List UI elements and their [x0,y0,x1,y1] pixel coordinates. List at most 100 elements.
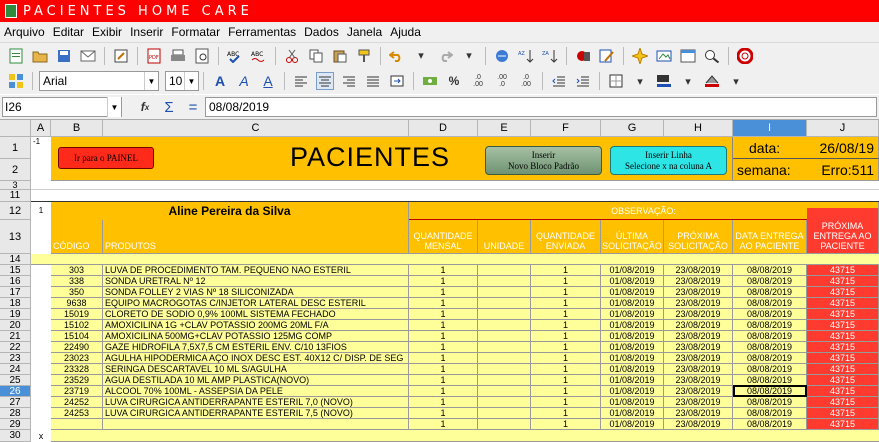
page-preview-icon[interactable] [193,47,211,65]
cell-proxima-solicitacao[interactable]: 23/08/2019 [664,265,733,276]
percent-format-icon[interactable]: % [445,72,463,90]
cell-produto[interactable]: SONDA URETRAL Nº 12 [103,276,409,287]
increase-indent-icon[interactable] [574,72,592,90]
select-all-corner[interactable] [0,120,31,137]
cell-proxima-solicitacao[interactable]: 23/08/2019 [664,320,733,331]
background-color-dropdown-icon[interactable]: ▾ [679,72,697,90]
col-header-g[interactable]: G [601,120,664,137]
undo-icon[interactable] [388,47,406,65]
add-decimal-icon[interactable]: .00.0 [493,72,511,90]
chevron-down-icon[interactable]: ▼ [184,72,198,90]
cell-proxima-entrega[interactable]: 43715 [807,386,879,397]
cell-qtd-enviada[interactable]: 1 [531,265,601,276]
cell-proxima-entrega[interactable]: 43715 [807,287,879,298]
cell-proxima-solicitacao[interactable]: 23/08/2019 [664,375,733,386]
row-header[interactable]: 29 [0,419,31,430]
cell-a[interactable] [31,342,51,353]
cell-qtd-enviada[interactable]: 1 [531,287,601,298]
zoom-icon[interactable] [703,47,721,65]
borders-dropdown-icon[interactable]: ▾ [631,72,649,90]
cell-qtd-mensal[interactable]: 1 [409,298,478,309]
cell-unidade[interactable] [478,375,531,386]
cell-data-entrega[interactable]: 08/08/2019 [733,397,807,408]
bold-icon[interactable]: A [211,72,229,90]
standard-number-format-icon[interactable]: .0.00 [469,72,487,90]
row-header[interactable]: 22 [0,342,31,353]
cell-proxima-solicitacao[interactable]: 23/08/2019 [664,397,733,408]
row-header[interactable]: 23 [0,353,31,364]
cell-unidade[interactable] [478,419,531,430]
row-header[interactable]: 13 [0,220,31,254]
autospellcheck-icon[interactable]: ABC [250,47,268,65]
cell-a[interactable] [31,419,51,430]
menu-arquivo[interactable]: Arquivo [4,25,45,39]
save-icon[interactable] [55,47,73,65]
font-color-dropdown-icon[interactable]: ▾ [727,72,745,90]
function-wizard-icon[interactable]: fx [136,98,154,116]
cell-proxima-solicitacao[interactable]: 23/08/2019 [664,353,733,364]
background-color-icon[interactable] [655,72,673,90]
cell-proxima-entrega[interactable]: 43715 [807,276,879,287]
cell-a12[interactable]: 1 [31,202,51,220]
cell-data-entrega[interactable]: 08/08/2019 [733,364,807,375]
cell-ultima-solicitacao[interactable]: 01/08/2019 [601,265,664,276]
cell-ultima-solicitacao[interactable]: 01/08/2019 [601,276,664,287]
cell-qtd-mensal[interactable]: 1 [409,386,478,397]
edit-file-icon[interactable] [112,47,130,65]
cell-ultima-solicitacao[interactable]: 01/08/2019 [601,298,664,309]
row-header[interactable]: 12 [0,202,31,220]
cell-a[interactable] [31,265,51,276]
cell-qtd-enviada[interactable]: 1 [531,397,601,408]
cell-ultima-solicitacao[interactable]: 01/08/2019 [601,386,664,397]
redo-dropdown-icon[interactable]: ▾ [460,47,478,65]
hyperlink-icon[interactable] [493,47,511,65]
cell-unidade[interactable] [478,309,531,320]
cell-proxima-solicitacao[interactable]: 23/08/2019 [664,386,733,397]
cell-qtd-mensal[interactable]: 1 [409,375,478,386]
cell-ultima-solicitacao[interactable]: 01/08/2019 [601,408,664,419]
cell-ultima-solicitacao[interactable]: 01/08/2019 [601,419,664,430]
cell-a[interactable] [31,353,51,364]
italic-icon[interactable]: A [235,72,253,90]
cell-qtd-enviada[interactable]: 1 [531,364,601,375]
cell-data-entrega[interactable]: 08/08/2019 [733,331,807,342]
justify-icon[interactable] [364,72,382,90]
cell-codigo[interactable]: 23719 [51,386,103,397]
help-icon[interactable] [736,47,754,65]
col-header-j[interactable]: J [807,120,879,137]
row-header[interactable]: 25 [0,375,31,386]
cell-proxima-entrega[interactable]: 43715 [807,342,879,353]
email-icon[interactable] [79,47,97,65]
cell-produto[interactable] [103,419,409,430]
cell-proxima-entrega[interactable]: 43715 [807,265,879,276]
cell-a30[interactable]: x [31,430,51,442]
row-header[interactable]: 20 [0,320,31,331]
undo-dropdown-icon[interactable]: ▾ [412,47,430,65]
cell-codigo[interactable]: 23023 [51,353,103,364]
cell-unidade[interactable] [478,331,531,342]
cell-a[interactable] [31,408,51,419]
cell-unidade[interactable] [478,298,531,309]
cell-data-entrega[interactable]: 08/08/2019 [733,353,807,364]
cell-produto[interactable]: SERINGA DESCARTAVEL 10 ML S/AGULHA [103,364,409,375]
borders-icon[interactable] [607,72,625,90]
menu-janela[interactable]: Janela [347,25,382,39]
cell-proxima-entrega[interactable]: 43715 [807,298,879,309]
row-header[interactable]: 15 [0,265,31,276]
cell-qtd-enviada[interactable]: 1 [531,353,601,364]
cell-codigo[interactable]: 24252 [51,397,103,408]
cell-data-entrega[interactable]: 08/08/2019 [733,309,807,320]
menu-ferramentas[interactable]: Ferramentas [228,25,296,39]
cell-proxima-entrega[interactable]: 43715 [807,397,879,408]
cell-proxima-solicitacao[interactable]: 23/08/2019 [664,287,733,298]
cell-proxima-entrega[interactable]: 43715 [807,320,879,331]
align-right-icon[interactable] [340,72,358,90]
col-header-b[interactable]: B [51,120,103,137]
row-header[interactable]: 26 [0,386,31,397]
menu-inserir[interactable]: Inserir [130,25,163,39]
cell-codigo[interactable]: 9638 [51,298,103,309]
row-header[interactable]: 11 [0,190,31,202]
cell-proxima-solicitacao[interactable]: 23/08/2019 [664,419,733,430]
cell-a[interactable] [31,375,51,386]
gallery-icon[interactable] [655,47,673,65]
